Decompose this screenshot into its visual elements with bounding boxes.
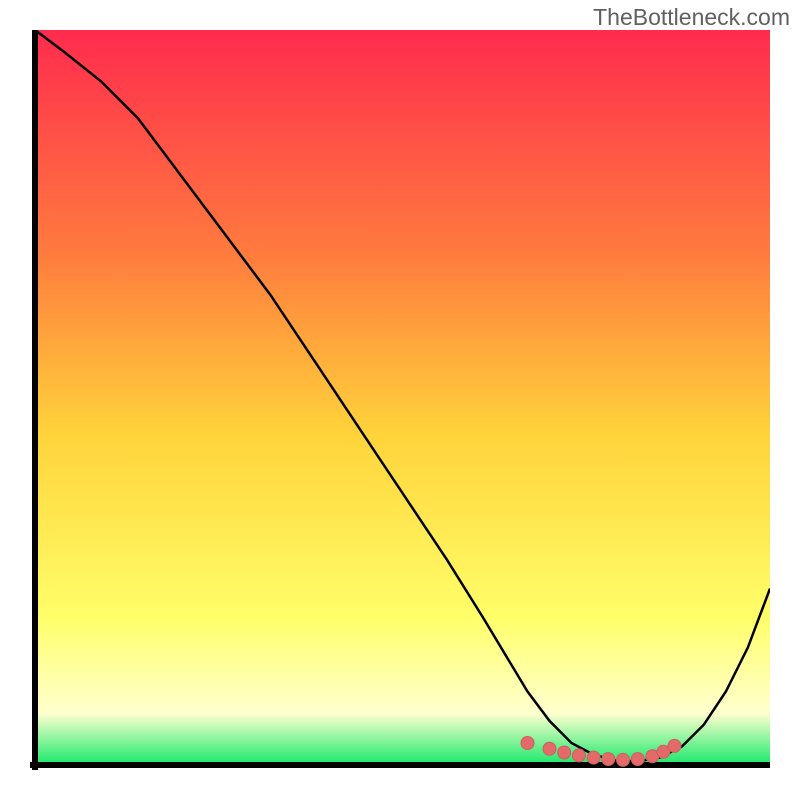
- optimal-marker: [521, 737, 534, 750]
- optimal-marker: [572, 749, 585, 762]
- gradient-background: [35, 30, 770, 765]
- chart-svg: [30, 30, 770, 770]
- optimal-marker: [631, 753, 644, 766]
- optimal-marker: [558, 746, 571, 759]
- optimal-marker: [668, 739, 681, 752]
- plot-area: [30, 30, 770, 770]
- optimal-marker: [617, 753, 630, 766]
- watermark-text: TheBottleneck.com: [593, 4, 790, 31]
- chart-stage: TheBottleneck.com: [0, 0, 800, 800]
- optimal-marker: [587, 751, 600, 764]
- optimal-marker: [543, 742, 556, 755]
- optimal-marker: [602, 753, 615, 766]
